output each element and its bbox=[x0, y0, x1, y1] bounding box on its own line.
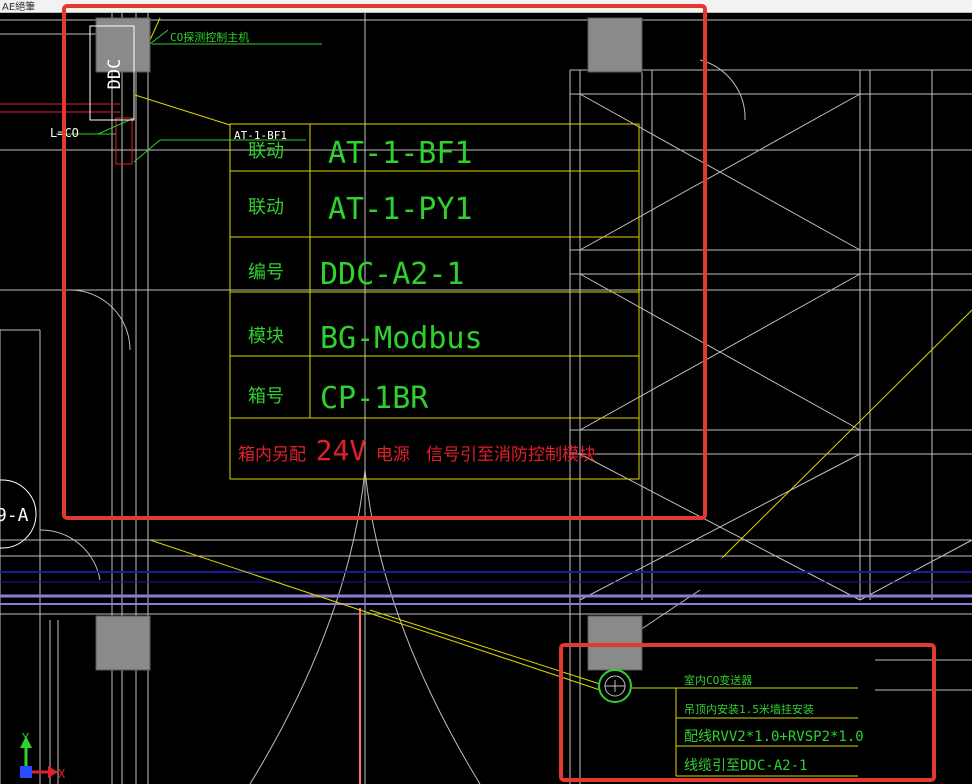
axis-y-label: Y bbox=[22, 731, 30, 745]
ddc-info-key: 箱号 bbox=[248, 386, 284, 407]
ddc-info-key: 模块 bbox=[248, 326, 284, 347]
footer-suffix: 电源 bbox=[376, 445, 410, 465]
svg-text:箱内另配 24V 电源: 箱内另配 24V 电源 bbox=[238, 434, 410, 467]
yellow-leader-lines bbox=[134, 17, 972, 691]
ucs-axis-icon: Y X bbox=[20, 731, 66, 781]
ddc-label: DDC bbox=[105, 59, 125, 90]
zone-marker: 9-A bbox=[0, 479, 37, 549]
footer-prefix: 箱内另配 bbox=[238, 445, 306, 465]
co-host-label: CO探测控制主机 bbox=[170, 30, 249, 44]
ddc-info-value: BG-Modbus bbox=[320, 321, 483, 356]
co-sensor-symbol[interactable] bbox=[598, 669, 632, 703]
ddc-info-key: 联动 bbox=[248, 141, 284, 162]
sensor-info-line: 室内CO变送器 bbox=[684, 673, 752, 687]
cad-canvas[interactable]: DDC CO探测控制主机 L=CO AT-1-BF1 9-A 联动 AT-1-BF… bbox=[0, 0, 972, 784]
axis-x-label: X bbox=[58, 767, 66, 781]
footer-voltage: 24V bbox=[316, 434, 367, 467]
ddc-info-value: AT-1-BF1 bbox=[328, 136, 473, 171]
sensor-info-line: 配线RVV2*1.0+RVSP2*1.0 bbox=[684, 729, 864, 745]
ddc-info-footer: 箱内另配 24V 电源 信号引至消防控制模块 bbox=[238, 434, 596, 467]
ddc-info-key: 联动 bbox=[248, 197, 284, 218]
ddc-info-value: CP-1BR bbox=[320, 381, 429, 416]
ddc-info-value: DDC-A2-1 bbox=[320, 257, 465, 292]
duct-lines bbox=[0, 571, 972, 784]
ddc-info-table[interactable] bbox=[229, 123, 640, 480]
footer-signal: 信号引至消防控制模块 bbox=[426, 445, 596, 465]
sensor-info-line: 吊顶内安装1.5米墙挂安装 bbox=[684, 702, 814, 716]
ddc-info-key: 编号 bbox=[248, 262, 284, 283]
zone-label: 9-A bbox=[0, 505, 29, 526]
sensor-info-line: 线缆引至DDC-A2-1 bbox=[684, 758, 807, 774]
ddc-info-value: AT-1-PY1 bbox=[328, 192, 473, 227]
